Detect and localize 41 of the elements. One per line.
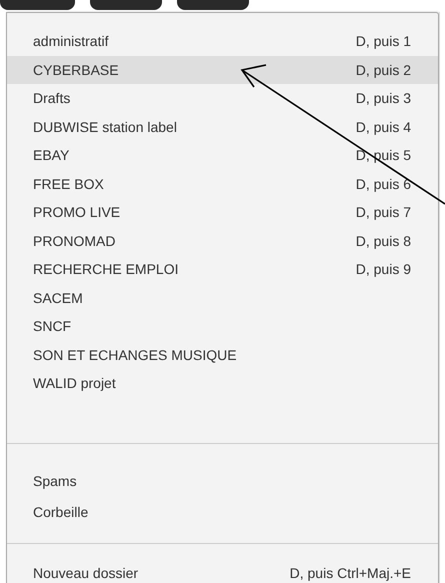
folder-label: SACEM <box>33 290 83 306</box>
folder-label: Corbeille <box>33 504 88 520</box>
menu-item[interactable]: PROMO LIVE D, puis 7 <box>7 198 438 226</box>
folder-label: CYBERBASE <box>33 62 119 78</box>
shortcut-label: D, puis 3 <box>356 90 411 106</box>
shortcut-label: D, puis 9 <box>356 261 411 278</box>
folder-label: SON ET ECHANGES MUSIQUE <box>33 346 237 363</box>
menu-item[interactable]: Spams <box>7 466 438 496</box>
folder-label: RECHERCHE EMPLOI <box>33 261 178 278</box>
toolbar-button[interactable] <box>0 0 75 10</box>
toolbar-button[interactable] <box>177 0 249 10</box>
menu-item[interactable]: Nouveau dossier D, puis Ctrl+Maj.+E <box>7 558 438 583</box>
folder-label: PROMO LIVE <box>33 204 120 220</box>
shortcut-label: D, puis 4 <box>356 118 411 135</box>
menu-item[interactable]: WALID projet <box>7 369 438 398</box>
menu-item[interactable]: SACEM <box>7 284 438 312</box>
toolbar-button[interactable] <box>90 0 162 10</box>
folder-label: SNCF <box>33 318 72 334</box>
menu-item[interactable]: Drafts D, puis 3 <box>7 84 438 112</box>
menu-item[interactable]: administratif D, puis 1 <box>7 27 438 56</box>
folder-label: WALID projet <box>33 375 116 392</box>
folder-label: EBAY <box>33 147 70 164</box>
shortcut-label: D, puis Ctrl+Maj.+E <box>290 564 411 581</box>
shortcut-label: D, puis 7 <box>356 204 411 220</box>
shortcut-label: D, puis 8 <box>356 232 411 249</box>
menu-item[interactable]: DUBWISE station label D, puis 4 <box>7 112 438 141</box>
folder-label: PRONOMAD <box>33 232 116 249</box>
shortcut-label: D, puis 2 <box>356 62 411 78</box>
shortcut-label: D, puis 1 <box>356 33 411 50</box>
menu-item[interactable]: RECHERCHE EMPLOI D, puis 9 <box>7 255 438 284</box>
menu-item[interactable]: PRONOMAD D, puis 8 <box>7 226 438 255</box>
folder-label: administratif <box>33 33 108 50</box>
folder-label: Drafts <box>33 90 70 106</box>
menu-item[interactable]: Corbeille <box>7 496 438 528</box>
folder-label: FREE BOX <box>33 176 104 192</box>
folder-label: Spams <box>33 473 77 489</box>
folder-label: DUBWISE station label <box>33 118 177 135</box>
menu-item[interactable]: CYBERBASE D, puis 2 <box>7 56 438 84</box>
menu-item[interactable]: SNCF <box>7 312 438 340</box>
folder-label: Nouveau dossier <box>33 564 138 581</box>
menu-item[interactable]: SON ET ECHANGES MUSIQUE <box>7 340 438 369</box>
